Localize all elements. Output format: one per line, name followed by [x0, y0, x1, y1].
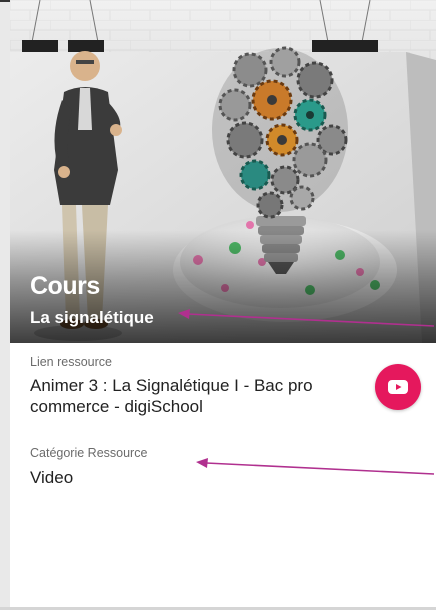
link-label: Lien ressource	[30, 355, 112, 369]
youtube-icon	[388, 380, 408, 394]
card-subtitle: La signalétique	[30, 308, 154, 327]
page-edge	[0, 0, 10, 610]
category-value: Video	[30, 468, 74, 487]
resource-link[interactable]: Animer 3 : La Signalétique I - Bac pro c…	[30, 375, 365, 417]
youtube-button[interactable]	[375, 364, 421, 410]
resource-card: Cours La signalétique Lien ressource Ani…	[10, 0, 436, 607]
category-label: Catégorie Ressource	[30, 446, 148, 460]
card-banner[interactable]: Cours La signalétique	[10, 0, 436, 343]
card-title: Cours	[30, 272, 100, 300]
